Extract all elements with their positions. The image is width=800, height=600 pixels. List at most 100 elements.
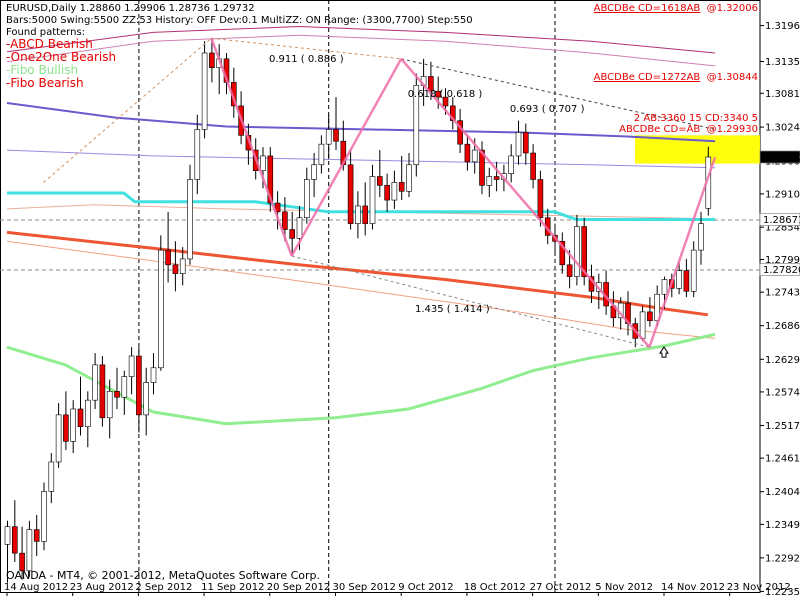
abcd-extra-label: 2 AB:3360 15 CD:3340 5 xyxy=(633,113,758,124)
candle-body-42 xyxy=(311,164,317,180)
chart-frame xyxy=(0,0,761,593)
x-tick-label-2: 2 Sep 2012 xyxy=(135,582,192,593)
candle-body-25 xyxy=(187,179,193,260)
price-tag-label-1: 1.28671 xyxy=(763,215,800,226)
candle-body-6 xyxy=(48,461,55,492)
x-tick-label-9: 5 Nov 2012 xyxy=(595,582,653,593)
candle-body-64 xyxy=(471,149,478,163)
candle-body-35 xyxy=(260,155,266,171)
candle-body-87 xyxy=(639,311,646,339)
candle-body-49 xyxy=(362,205,369,224)
candle-body-28 xyxy=(209,52,215,68)
settings-info: Bars:5000 Swing:5500 ZZ:53 History: OFF … xyxy=(6,15,473,26)
price-tag-label-0: 1.29732 xyxy=(763,153,800,164)
candle-body-40 xyxy=(296,217,303,239)
candle-body-5 xyxy=(41,491,47,542)
candle-body-26 xyxy=(194,129,201,180)
candle-body-69 xyxy=(508,155,515,174)
candle-body-18 xyxy=(136,355,142,416)
candle-body-20 xyxy=(150,367,157,383)
candle-body-78 xyxy=(574,226,580,277)
candle-body-39 xyxy=(289,229,296,239)
candle-body-50 xyxy=(369,176,376,224)
candle-body-44 xyxy=(325,129,332,145)
candle-body-52 xyxy=(384,185,390,201)
candle-body-21 xyxy=(158,249,164,369)
y-tick-label-8: 1.27435 xyxy=(765,288,800,299)
candle-body-17 xyxy=(128,355,135,377)
candle-body-43 xyxy=(318,143,325,166)
candle-body-15 xyxy=(114,391,120,398)
symbol-info: EURUSD,Daily 1.28860 1.29906 1.28736 1.2… xyxy=(6,3,255,14)
candle-body-47 xyxy=(347,164,354,224)
x-tick-label-1: 23 Aug 2012 xyxy=(70,582,134,593)
abcd-label-ab: ABCDBe CD=AB @1.29930 xyxy=(619,124,758,135)
red-ma-line xyxy=(6,230,709,317)
candle-body-22 xyxy=(165,249,171,266)
price-tag-label-2: 1.27820 xyxy=(763,265,800,276)
pattern-leg-3 xyxy=(648,156,717,348)
y-tick-label-16: 1.22920 xyxy=(765,553,800,564)
candle-body-63 xyxy=(464,143,471,163)
candle-body-53 xyxy=(391,182,398,201)
y-tick-label-13: 1.24615 xyxy=(765,454,800,465)
candle-body-48 xyxy=(355,205,361,224)
candle-body-93 xyxy=(683,270,690,292)
pattern-fibo-bearish: -Fibo Bearish xyxy=(6,76,84,90)
candle-body-51 xyxy=(376,176,383,186)
candle-body-70 xyxy=(515,132,522,157)
y-tick-label-11: 1.25740 xyxy=(765,387,800,398)
y-tick-label-10: 1.26295 xyxy=(765,355,800,366)
candle-body-72 xyxy=(530,152,536,180)
chart-area: 0.911 ( 0.886 ) 0.618 ( 0.618 ) 0.693 ( 0.… xyxy=(0,0,800,600)
candle-body-10 xyxy=(77,408,84,427)
y-tick-label-1: 1.31355 xyxy=(765,57,800,68)
x-tick-label-11: 23 Nov 2012 xyxy=(727,582,791,593)
candle-body-1 xyxy=(12,526,18,554)
candle-body-11 xyxy=(85,399,91,427)
candle-body-7 xyxy=(55,414,62,463)
candle-body-0 xyxy=(4,526,11,545)
candle-body-55 xyxy=(406,164,412,192)
y-tick-label-3: 1.30240 xyxy=(765,123,800,134)
x-tick-label-8: 27 Oct 2012 xyxy=(530,582,592,593)
abcd-label-1272: ABCDBe CD=1272AB @1.30844 xyxy=(593,72,758,83)
candle-body-71 xyxy=(522,132,529,154)
candle-body-27 xyxy=(201,52,208,130)
candle-body-88 xyxy=(647,311,653,322)
y-tick-label-5: 1.29105 xyxy=(765,189,800,200)
x-tick-label-3: 11 Sep 2012 xyxy=(201,582,264,593)
candle-body-41 xyxy=(303,179,310,219)
candle-body-73 xyxy=(537,179,544,219)
copyright-footer: OANDA - MT4, © 2001-2012, MetaQuotes Sof… xyxy=(6,569,321,582)
candle-body-45 xyxy=(333,129,339,142)
candle-body-90 xyxy=(661,279,668,295)
fib-ratio-label-2: 0.693 ( 0.707 ) xyxy=(510,104,585,115)
fib-ratio-label-0: 0.911 ( 0.886 ) xyxy=(269,54,344,65)
y-tick-label-14: 1.24045 xyxy=(765,487,800,498)
candle-body-67 xyxy=(493,176,500,180)
candle-body-16 xyxy=(121,376,128,398)
fib-ratio-label-3: 1.435 ( 1.414 ) xyxy=(415,304,490,315)
candle-body-4 xyxy=(33,529,40,542)
x-tick-label-10: 14 Nov 2012 xyxy=(661,582,725,593)
y-tick-label-9: 1.26865 xyxy=(765,321,800,332)
candle-body-12 xyxy=(92,364,98,401)
purple-ma-line-2 xyxy=(6,149,716,169)
candle-body-8 xyxy=(63,414,69,442)
price-chart: 0.911 ( 0.886 ) 0.618 ( 0.618 ) 0.693 ( 0.… xyxy=(0,0,800,598)
candle-body-19 xyxy=(143,382,149,416)
candle-body-94 xyxy=(690,249,697,292)
y-tick-label-0: 1.31965 xyxy=(765,21,800,32)
y-tick-label-2: 1.30815 xyxy=(765,89,800,100)
green-ma-line xyxy=(6,332,716,426)
x-tick-label-0: 14 Aug 2012 xyxy=(4,582,68,593)
fib-ratio-label-1: 0.618 ( 0.618 ) xyxy=(408,89,483,100)
candle-body-24 xyxy=(179,258,186,274)
pattern-leg-1 xyxy=(290,58,403,257)
candle-body-95 xyxy=(698,223,704,251)
x-tick-label-4: 20 Sep 2012 xyxy=(267,582,330,593)
candle-body-38 xyxy=(282,211,288,230)
candle-body-66 xyxy=(486,176,493,186)
cyan-level-line xyxy=(7,191,716,221)
